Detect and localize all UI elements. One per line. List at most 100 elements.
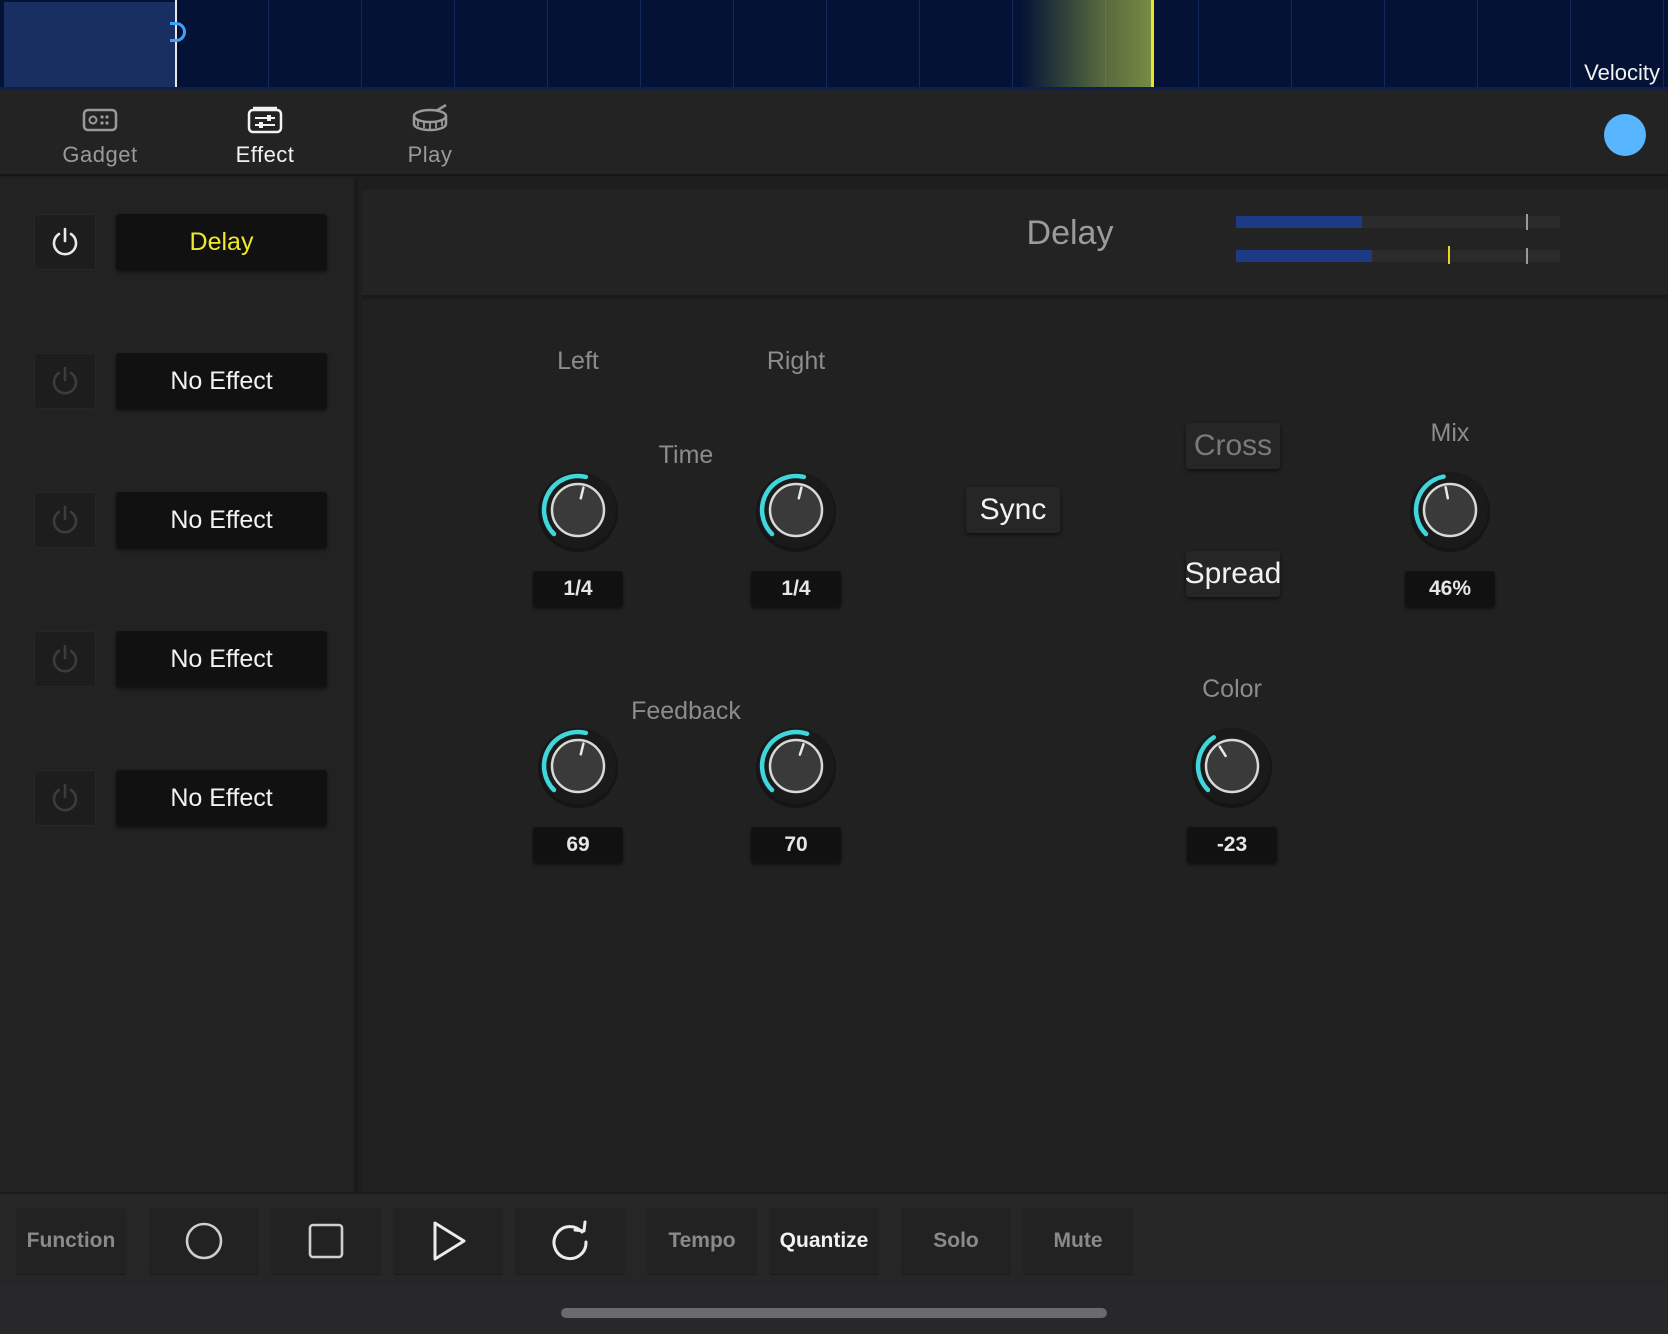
time-right-knob[interactable] — [753, 467, 839, 553]
timeline-grid-line — [640, 0, 641, 90]
home-indicator[interactable] — [561, 1308, 1107, 1318]
home-area — [0, 1284, 1668, 1334]
loop-icon — [552, 1220, 588, 1261]
color-knob[interactable] — [1189, 723, 1275, 809]
tab-effect[interactable]: Effect — [205, 104, 325, 168]
loop-region[interactable] — [4, 2, 176, 88]
playhead-glow — [1020, 0, 1152, 90]
slot-effect-name[interactable]: No Effect — [116, 353, 327, 409]
slot-power-button[interactable] — [34, 492, 96, 548]
velocity-label[interactable]: Velocity — [1584, 60, 1660, 86]
tab-gadget[interactable]: Gadget — [40, 104, 160, 168]
right-channel-label: Right — [766, 347, 826, 375]
power-icon — [52, 505, 78, 534]
effect-title: Delay — [1026, 214, 1114, 252]
solo-button[interactable]: Solo — [901, 1208, 1011, 1274]
transport-bar: Function Tempo Quantize Solo Mute — [0, 1192, 1668, 1284]
effect-sliders-icon — [247, 106, 283, 134]
timeline-grid-line — [1570, 0, 1571, 90]
loop-handle[interactable] — [170, 22, 186, 42]
slot-effect-name[interactable]: No Effect — [116, 492, 327, 548]
tempo-button[interactable]: Tempo — [647, 1208, 757, 1274]
effect-slot: No Effect — [34, 492, 327, 548]
slot-effect-name[interactable]: Delay — [116, 214, 327, 270]
slot-power-button[interactable] — [34, 770, 96, 826]
drum-icon — [412, 104, 448, 132]
record-button[interactable] — [149, 1208, 259, 1274]
color-value: -23 — [1187, 827, 1277, 863]
time-label: Time — [658, 441, 714, 469]
timeline-grid-line — [1291, 0, 1292, 90]
timeline-grid-line — [1384, 0, 1385, 90]
timeline-grid-line — [1198, 0, 1199, 90]
timeline-grid-line — [547, 0, 548, 90]
power-icon — [52, 644, 78, 673]
feedback-left-value: 69 — [533, 827, 623, 863]
meter-peak — [1526, 214, 1528, 230]
effect-slot: No Effect — [34, 631, 327, 687]
timeline-grid-line — [454, 0, 455, 90]
effect-slot: No Effect — [34, 353, 327, 409]
timeline-grid-line — [733, 0, 734, 90]
time-right-value: 1/4 — [751, 571, 841, 607]
effect-slot: Delay — [34, 214, 327, 270]
timeline-grid-line — [1012, 0, 1013, 90]
slot-power-button[interactable] — [34, 353, 96, 409]
function-button[interactable]: Function — [16, 1208, 126, 1274]
output-meter-left — [1236, 214, 1560, 230]
loop-button[interactable] — [515, 1208, 625, 1274]
meter-peak — [1526, 248, 1528, 264]
timeline-strip[interactable]: Velocity — [0, 0, 1668, 90]
time-left-value: 1/4 — [533, 571, 623, 607]
tab-gadget-label: Gadget — [62, 142, 138, 167]
timeline-grid-line — [826, 0, 827, 90]
record-icon — [185, 1222, 223, 1260]
tab-play[interactable]: Play — [370, 104, 490, 168]
stop-button[interactable] — [271, 1208, 381, 1274]
slot-effect-name[interactable]: No Effect — [116, 770, 327, 826]
timeline-grid-line — [1477, 0, 1478, 90]
time-left-knob[interactable] — [535, 467, 621, 553]
effect-slot: No Effect — [34, 770, 327, 826]
sync-button[interactable]: Sync — [966, 487, 1060, 533]
timeline-grid-line — [1663, 0, 1664, 90]
timeline-grid-line — [268, 0, 269, 90]
output-meter-right — [1236, 246, 1560, 264]
feedback-right-value: 70 — [751, 827, 841, 863]
mix-value: 46% — [1405, 571, 1495, 607]
feedback-label: Feedback — [631, 697, 741, 725]
timeline-grid-line — [361, 0, 362, 90]
slot-power-button[interactable] — [34, 214, 96, 270]
mix-label: Mix — [1430, 419, 1470, 447]
power-icon — [52, 366, 78, 395]
feedback-right-knob[interactable] — [753, 723, 839, 809]
quantize-button[interactable]: Quantize — [769, 1208, 879, 1274]
meter-marker — [1448, 246, 1450, 264]
power-icon — [52, 227, 78, 256]
tab-play-label: Play — [407, 142, 453, 167]
timeline-grid-line — [919, 0, 920, 90]
play-button[interactable] — [393, 1208, 503, 1274]
spread-button[interactable]: Spread — [1185, 551, 1281, 597]
slot-effect-name[interactable]: No Effect — [116, 631, 327, 687]
play-icon — [433, 1221, 466, 1261]
meter-fill — [1236, 250, 1373, 262]
gadget-icon — [82, 108, 118, 132]
playhead[interactable] — [1151, 0, 1154, 90]
left-channel-label: Left — [557, 347, 599, 375]
loop-start-marker[interactable] — [175, 0, 177, 90]
mix-knob[interactable] — [1407, 467, 1493, 553]
color-label: Color — [1202, 675, 1262, 703]
effect-parameters: Left Right Time Feedback Mix Color 1/4 1… — [362, 301, 1668, 1192]
power-icon — [52, 783, 78, 812]
cross-button[interactable]: Cross — [1186, 423, 1280, 469]
mute-button[interactable]: Mute — [1023, 1208, 1133, 1274]
effect-slot-list: Delay No Effect No Effect No Effect No E… — [0, 178, 358, 1192]
feedback-left-knob[interactable] — [535, 723, 621, 809]
tab-bar: Gadget Effect Play — [0, 90, 1668, 176]
status-indicator[interactable] — [1604, 114, 1646, 156]
meter-fill — [1236, 216, 1363, 228]
slot-power-button[interactable] — [34, 631, 96, 687]
tab-effect-label: Effect — [235, 142, 295, 167]
effect-header: Delay — [362, 190, 1668, 298]
